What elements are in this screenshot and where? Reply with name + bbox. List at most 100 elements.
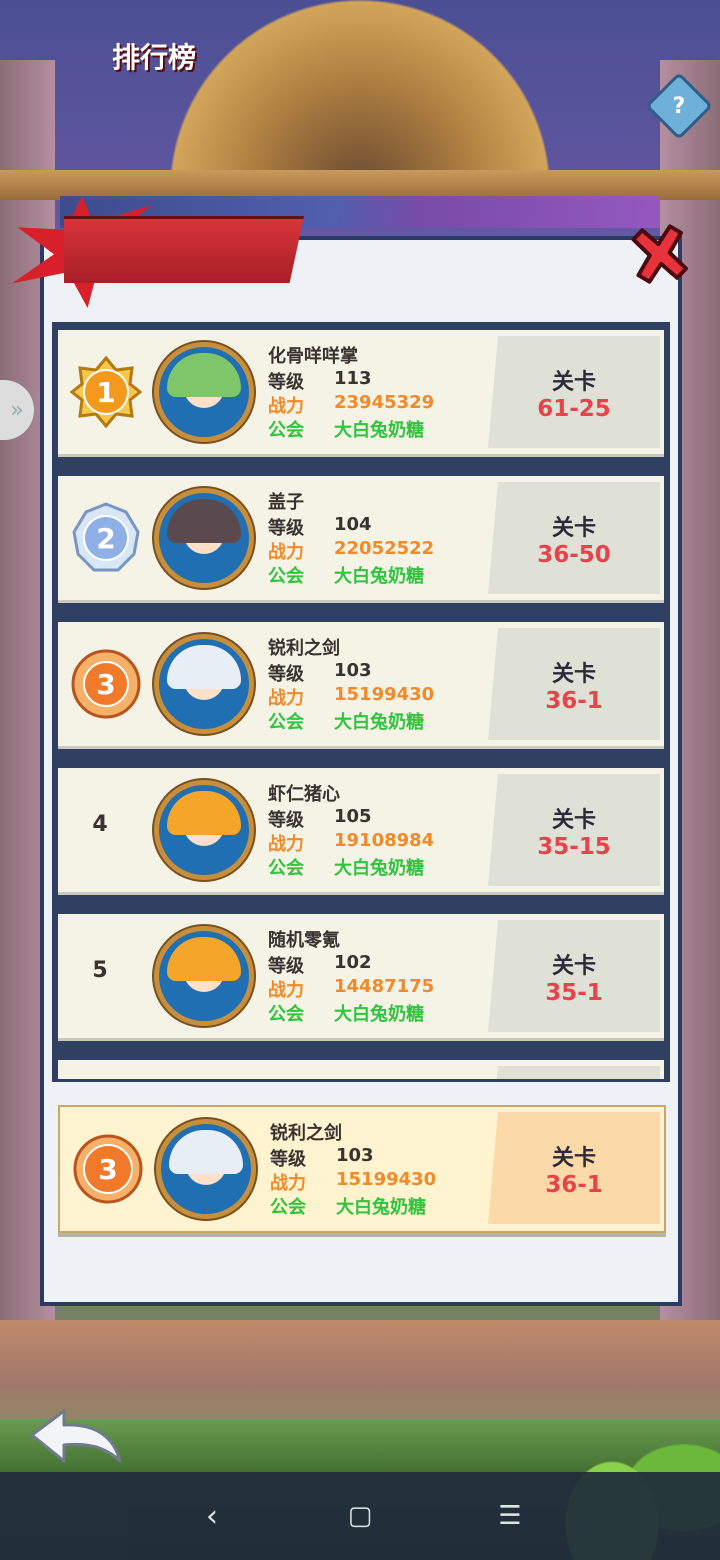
level-value: 102	[334, 952, 372, 973]
ranking-row[interactable]: 5 随机零氪 等级 102 战力 14487175 公会 大白兔奶糖 关卡 35…	[58, 914, 664, 1038]
nav-menu-button[interactable]: ☰	[490, 1496, 530, 1536]
guild-value: 大白兔奶糖	[334, 1004, 424, 1025]
stage-box: 关卡 36-50	[488, 482, 660, 594]
player-name: 虾仁猪心	[268, 784, 340, 805]
rank-number: 3	[96, 668, 115, 701]
back-arrow-button[interactable]	[24, 1405, 128, 1475]
guild-label: 公会	[268, 712, 304, 733]
stage-box: 关卡 61-25	[488, 336, 660, 448]
stage-value: 36-1	[545, 1172, 603, 1198]
guild-label: 公会	[268, 858, 304, 879]
avatar-hair	[167, 499, 241, 543]
level-value: 105	[334, 806, 372, 827]
close-button[interactable]	[622, 218, 698, 294]
player-name: 锐利之剑	[268, 638, 340, 659]
ranking-row[interactable]: 3 锐利之剑 等级 103 战力 15199430 公会 大白兔奶糖 关卡 36…	[58, 622, 664, 746]
power-label: 战力	[268, 834, 304, 855]
close-icon	[631, 224, 688, 284]
level-value: 113	[334, 368, 372, 389]
stage-value: 61-25	[537, 396, 611, 422]
back-arrow-icon	[30, 1409, 122, 1463]
rank-number: 4	[92, 812, 108, 837]
power-value: 19108984	[334, 830, 435, 851]
nav-back-button[interactable]: ‹	[192, 1496, 232, 1536]
bronze-medal-icon: 3	[70, 648, 142, 720]
level-label: 等级	[270, 1149, 306, 1170]
stage-label: 关卡	[551, 954, 596, 979]
page-title: 排行榜	[112, 41, 197, 74]
rank-number: 5	[92, 958, 108, 983]
player-name: 锐利之剑	[270, 1123, 342, 1144]
guild-value: 大白兔奶糖	[334, 712, 424, 733]
player-name: 随机零氪	[268, 930, 340, 951]
stage-label: 关卡	[551, 516, 596, 541]
system-navigation-bar: ‹ ▢ ☰	[0, 1472, 720, 1560]
stage-value: 36-50	[537, 542, 611, 568]
avatar[interactable]	[154, 926, 254, 1026]
stage-value: 35-15	[537, 834, 611, 860]
background-dome	[170, 0, 550, 190]
ranking-row[interactable]: 4 虾仁猪心 等级 105 战力 19108984 公会 大白兔奶糖 关卡 35…	[58, 768, 664, 892]
guild-value: 大白兔奶糖	[336, 1197, 426, 1218]
stage-label: 关卡	[551, 370, 596, 395]
player-name: 化骨咩咩掌	[268, 346, 358, 367]
level-value: 104	[334, 514, 372, 535]
power-value: 22052522	[334, 538, 435, 559]
guild-label: 公会	[268, 1004, 304, 1025]
guild-label: 公会	[268, 566, 304, 587]
stage-box: 关卡 35-1	[488, 920, 660, 1032]
ranking-list: 1 化骨咩咩掌 等级 113 战力 23945329 公会 大白兔奶糖 关卡 6…	[55, 325, 667, 1079]
power-value: 23945329	[334, 392, 435, 413]
rank-number: 2	[96, 522, 115, 555]
stage-value: 35-1	[545, 980, 603, 1006]
help-icon-glyph: ?	[672, 93, 686, 119]
level-value: 103	[336, 1145, 374, 1166]
nav-home-button[interactable]: ▢	[340, 1496, 380, 1536]
level-label: 等级	[268, 956, 304, 977]
guild-value: 大白兔奶糖	[334, 420, 424, 441]
guild-value: 大白兔奶糖	[334, 566, 424, 587]
title-ribbon	[12, 196, 304, 308]
level-label: 等级	[268, 372, 304, 393]
avatar[interactable]	[154, 780, 254, 880]
power-value: 15199430	[336, 1169, 437, 1190]
stage-box	[488, 1066, 660, 1079]
stage-value: 36-1	[545, 688, 603, 714]
rank-number: 1	[96, 376, 115, 409]
avatar-hair	[167, 645, 241, 689]
ranking-row[interactable]: 2 盖子 等级 104 战力 22052522 公会 大白兔奶糖 关卡 36-5…	[58, 476, 664, 600]
guild-label: 公会	[268, 420, 304, 441]
guild-label: 公会	[270, 1197, 306, 1218]
level-label: 等级	[268, 664, 304, 685]
ribbon-bar	[64, 216, 304, 283]
stage-box: 关卡 35-15	[488, 774, 660, 886]
stage-label: 关卡	[551, 662, 596, 687]
level-label: 等级	[268, 810, 304, 831]
my-rank-row: 3 锐利之剑 等级 103 战力 15199430 公会 大白兔奶糖 关卡 36…	[58, 1105, 666, 1233]
level-label: 等级	[268, 518, 304, 539]
avatar[interactable]	[154, 342, 254, 442]
power-label: 战力	[268, 980, 304, 1001]
bronze-medal-icon: 3	[72, 1133, 144, 1205]
ranking-list-container[interactable]: 1 化骨咩咩掌 等级 113 战力 23945329 公会 大白兔奶糖 关卡 6…	[52, 322, 670, 1082]
level-value: 103	[334, 660, 372, 681]
self-rank-number: 3	[98, 1153, 117, 1186]
ranking-row[interactable]: 1 化骨咩咩掌 等级 113 战力 23945329 公会 大白兔奶糖 关卡 6…	[58, 330, 664, 454]
power-label: 战力	[270, 1173, 306, 1194]
avatar[interactable]	[154, 634, 254, 734]
stage-box: 关卡 36-1	[488, 1112, 660, 1224]
avatar[interactable]	[156, 1119, 256, 1219]
ranking-row-partial[interactable]	[58, 1060, 664, 1079]
avatar[interactable]	[154, 488, 254, 588]
power-value: 15199430	[334, 684, 435, 705]
power-label: 战力	[268, 396, 304, 417]
gold-medal-icon: 1	[69, 355, 143, 429]
avatar-hair	[167, 791, 241, 835]
player-name: 盖子	[268, 492, 304, 513]
stage-label: 关卡	[551, 1146, 596, 1171]
stage-box: 关卡 36-1	[488, 628, 660, 740]
power-label: 战力	[268, 542, 304, 563]
avatar-hair	[167, 937, 241, 981]
double-chevron-icon: »	[10, 397, 24, 423]
avatar-hair	[169, 1130, 243, 1174]
